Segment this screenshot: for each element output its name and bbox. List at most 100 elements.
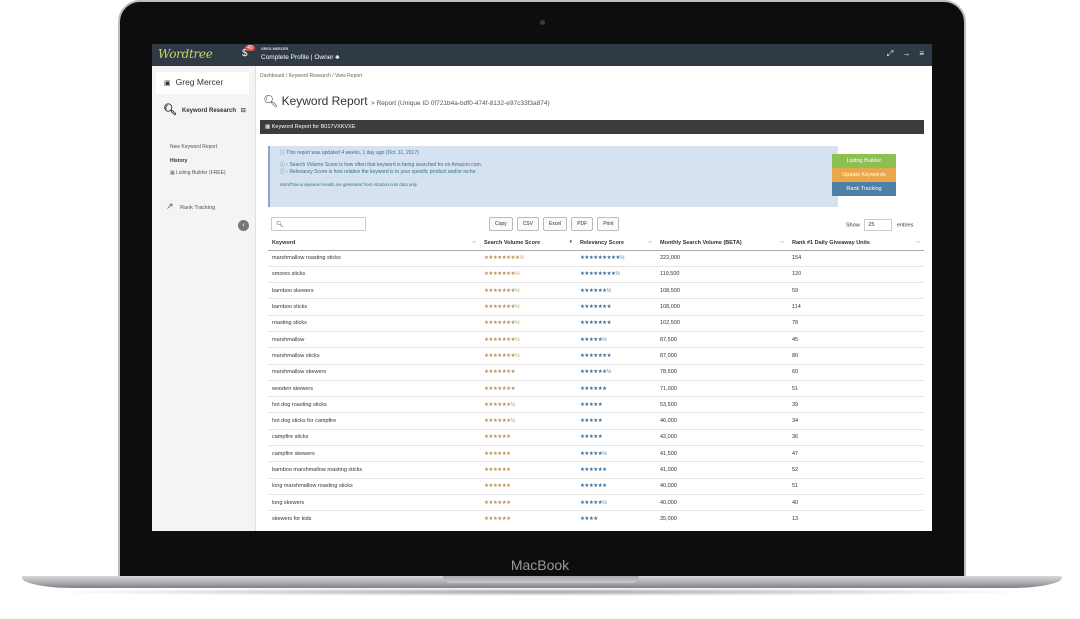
table-row: bamboo skewers ★★★★★★★½ ★★★★★★½ 108,500 59 xyxy=(268,282,924,299)
col-daily-giveaway-units[interactable]: Rank #1 Daily Giveaway Units xyxy=(788,236,924,251)
keyword-cell: wooden skewers xyxy=(268,379,480,397)
search-volume-stars: ★★★★★★★½ xyxy=(480,265,576,283)
search-volume-stars: ★★★★★★★½ xyxy=(480,347,576,365)
relevancy-stars: ★★★★★ xyxy=(576,396,656,413)
table-row: marshmallow ★★★★★★★½ ★★★★★½ 87,500 45 xyxy=(268,330,924,348)
keyword-cell: bamboo sticks xyxy=(268,298,480,316)
giveaway-units-cell: 60 xyxy=(788,363,924,381)
search-volume-stars: ★★★★★★ xyxy=(480,428,576,446)
table-row: long skewers ★★★★★★ ★★★★★½ 40,000 40 xyxy=(268,493,924,511)
search-volume-stars: ★★★★★★½ xyxy=(480,412,576,430)
show-label: Show xyxy=(846,222,860,229)
table-icon: ▦ xyxy=(265,124,271,130)
relevancy-stars: ★★★★ xyxy=(576,510,656,528)
info-updated: ⓘ This report was updated 4 weeks, 1 day… xyxy=(280,150,419,156)
keyword-cell: marshmallow skewers xyxy=(268,363,480,381)
pdf-button[interactable]: PDF xyxy=(571,217,594,231)
col-search-volume-score[interactable]: Search Volume Score xyxy=(480,236,576,251)
giveaway-units-cell: 39 xyxy=(788,396,924,413)
keyword-cell: smores sticks xyxy=(268,265,480,283)
laptop-notch xyxy=(443,576,639,583)
sidebar-toggle-icon[interactable]: ‹ xyxy=(238,220,249,231)
monthly-volume-cell: 222,000 xyxy=(656,249,788,267)
top-bar: Wordtree $ 40 GREG MERCER Complete Profi… xyxy=(152,44,932,66)
device-label: MacBook xyxy=(510,557,570,573)
notification-badge: 40 xyxy=(245,45,255,51)
info-alert: ⓘ This report was updated 4 weeks, 1 day… xyxy=(268,146,838,207)
logout-icon[interactable]: → xyxy=(902,49,910,59)
monthly-volume-cell: 42,000 xyxy=(656,428,788,446)
sidebar-item-listing-builder[interactable]: ▦ Listing Builder (FREE) xyxy=(170,170,226,176)
camera xyxy=(540,20,545,25)
monthly-volume-cell: 108,000 xyxy=(656,298,788,316)
breadcrumb[interactable]: Dashboard / Keyword Research / View Repo… xyxy=(260,73,362,79)
search-volume-stars: ★★★★★★★½ xyxy=(480,330,576,348)
col-monthly-search-volume[interactable]: Monthly Search Volume (BETA) xyxy=(656,236,788,251)
giveaway-units-cell: 80 xyxy=(788,347,924,365)
excel-button[interactable]: Excel xyxy=(542,217,568,231)
page-length-input[interactable]: 25 xyxy=(864,219,893,231)
monthly-volume-cell: 41,500 xyxy=(656,445,788,462)
profile-link[interactable]: Complete Profile | Owner ♣ xyxy=(261,54,340,61)
search-volume-stars: ★★★★★★★★½ xyxy=(480,249,576,267)
table-header-row: Keyword Search Volume Score Relevancy Sc… xyxy=(268,236,924,251)
giveaway-units-cell: 51 xyxy=(788,379,924,397)
giveaway-units-cell: 47 xyxy=(788,445,924,462)
relevancy-stars: ★★★★★★★★½ xyxy=(576,265,656,283)
relevancy-stars: ★★★★★★½ xyxy=(576,282,656,299)
giveaway-units-cell: 40 xyxy=(788,493,924,511)
export-buttons: Copy CSV Excel PDF Print xyxy=(489,217,620,231)
search-icon: 🔍︎ xyxy=(263,94,279,108)
logo[interactable]: Wordtree xyxy=(158,47,213,61)
keyword-cell: hot dog sticks for campfire xyxy=(268,412,480,430)
info-relevancy: ⓘ - Relevancy Score is how relative the … xyxy=(280,169,477,175)
listing-builder-button[interactable]: Listing Builder xyxy=(832,154,896,168)
monthly-volume-cell: 78,500 xyxy=(656,363,788,381)
rank-tracking-button[interactable]: Rank Tracking xyxy=(832,182,896,196)
giveaway-units-cell: 59 xyxy=(788,282,924,299)
giveaway-units-cell: 45 xyxy=(788,330,924,348)
giveaway-units-cell: 51 xyxy=(788,477,924,495)
search-volume-stars: ★★★★★★½ xyxy=(480,396,576,413)
update-keywords-button[interactable]: Update Keywords xyxy=(832,168,896,182)
monthly-volume-cell: 87,500 xyxy=(656,330,788,348)
menu-icon[interactable]: ≡ xyxy=(919,49,924,59)
entries-label: entries xyxy=(896,222,914,229)
listing-icon: ▦ xyxy=(170,170,175,176)
keyword-cell: bamboo skewers xyxy=(268,282,480,299)
relevancy-stars: ★★★★★ xyxy=(576,428,656,446)
search-volume-stars: ★★★★★★★½ xyxy=(480,298,576,316)
relevancy-stars: ★★★★★½ xyxy=(576,330,656,348)
col-keyword[interactable]: Keyword xyxy=(268,236,480,251)
giveaway-units-cell: 34 xyxy=(788,412,924,430)
print-button[interactable]: Print xyxy=(597,217,620,231)
keyword-cell: marshmallow sticks xyxy=(268,347,480,365)
panel-header: ▦ Keyword Report for B017VXKVXE xyxy=(260,120,924,134)
copy-button[interactable]: Copy xyxy=(489,217,513,231)
search-volume-stars: ★★★★★★ xyxy=(480,493,576,511)
col-relevancy-score[interactable]: Relevancy Score xyxy=(576,236,656,251)
relevancy-stars: ★★★★★★ xyxy=(576,477,656,495)
monthly-volume-cell: 71,000 xyxy=(656,379,788,397)
panel-title: Keyword Report for B017VXKVXE xyxy=(271,124,356,130)
monthly-volume-cell: 53,500 xyxy=(656,396,788,413)
table-row: marshmallow skewers ★★★★★★★ ★★★★★★½ 78,500 6… xyxy=(268,363,924,381)
sidebar-user[interactable]: ▣ Greg Mercer xyxy=(156,72,249,94)
table-row: roasting sticks ★★★★★★★½ ★★★★★★★ 102,500 78 xyxy=(268,314,924,332)
sidebar-item-history[interactable]: History xyxy=(170,158,187,164)
monthly-volume-cell: 46,000 xyxy=(656,412,788,430)
table-row: smores sticks ★★★★★★★½ ★★★★★★★★½ 119,500 120 xyxy=(268,265,924,283)
sidebar-item-keyword-research[interactable]: 🔍︎ Keyword Research ⊟ xyxy=(163,104,246,116)
search-volume-stars: ★★★★★★ xyxy=(480,461,576,479)
giveaway-units-cell: 52 xyxy=(788,461,924,479)
expand-icon[interactable]: ⤢ xyxy=(887,49,893,59)
sidebar-item-rank-tracking[interactable]: ↗ Rank Tracking xyxy=(166,201,215,212)
monthly-volume-cell: 108,500 xyxy=(656,282,788,299)
giveaway-units-cell: 13 xyxy=(788,510,924,528)
search-input[interactable]: 🔍︎ xyxy=(271,217,366,231)
action-buttons: Listing Builder Update Keywords Rank Tra… xyxy=(832,154,896,196)
sidebar-item-new-report[interactable]: New Keyword Report xyxy=(170,144,217,150)
keyword-cell: bamboo marshmallow roasting sticks xyxy=(268,461,480,479)
csv-button[interactable]: CSV xyxy=(516,217,539,231)
keyword-cell: long skewers xyxy=(268,493,480,511)
